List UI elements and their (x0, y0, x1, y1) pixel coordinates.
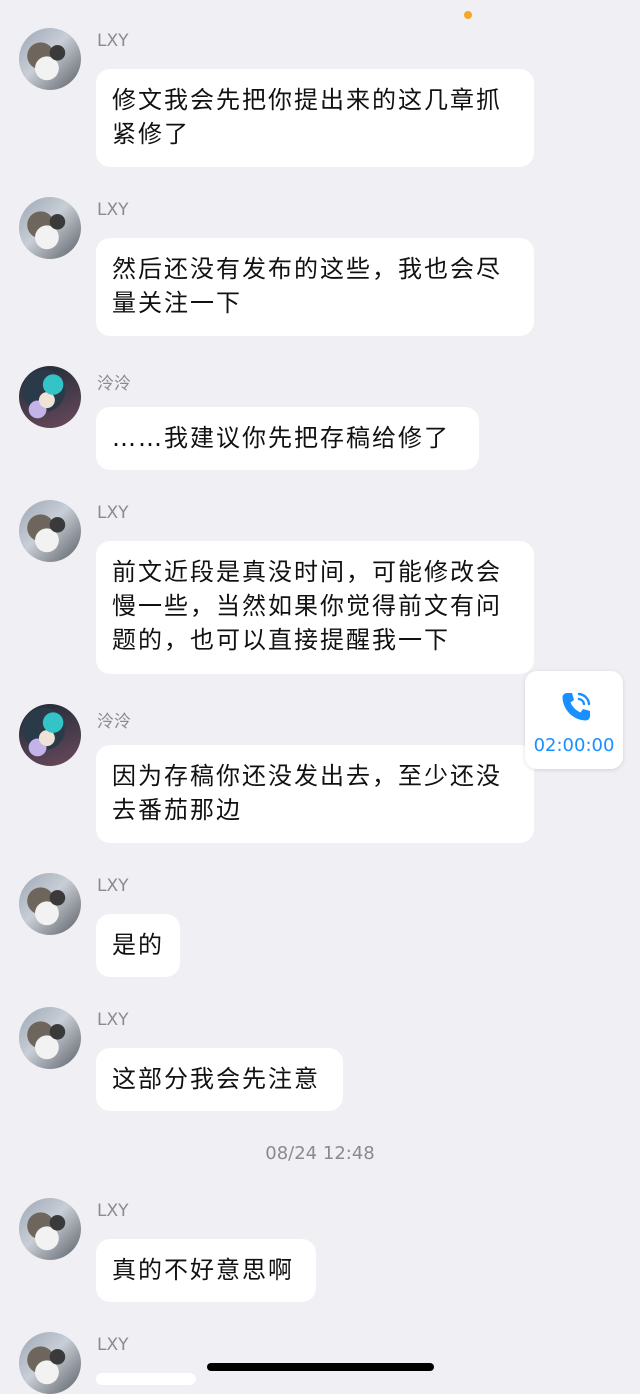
avatar[interactable] (19, 1198, 81, 1260)
sender-name: LXY (97, 1201, 129, 1221)
sender-name: LXY (97, 503, 129, 523)
message-bubble[interactable]: 前文近段是真没时间，可能修改会 慢一些，当然如果你觉得前文有问 题的，也可以直接… (96, 541, 534, 674)
avatar[interactable] (19, 500, 81, 562)
sender-name: LXY (97, 1335, 129, 1355)
message-bubble[interactable]: 真的不好意思啊 (96, 1239, 316, 1302)
status-indicator-dot (464, 11, 472, 19)
avatar[interactable] (19, 1007, 81, 1069)
sender-name: LXY (97, 31, 129, 51)
message-bubble[interactable]: 修文我会先把你提出来的这几章抓 紧修了 (96, 69, 534, 167)
message-bubble[interactable]: 然后还没有发布的这些，我也会尽 量关注一下 (96, 238, 534, 336)
message-bubble[interactable] (96, 1373, 196, 1385)
ongoing-call-widget[interactable]: 02:00:00 (525, 671, 623, 769)
call-duration: 02:00:00 (533, 735, 615, 756)
sender-name: LXY (97, 200, 129, 220)
message-bubble[interactable]: 因为存稿你还没发出去，至少还没 去番茄那边 (96, 745, 534, 843)
phone-icon (562, 692, 591, 721)
sender-name: LXY (97, 876, 129, 896)
avatar[interactable] (19, 197, 81, 259)
message-timestamp: 08/24 12:48 (265, 1143, 375, 1164)
avatar[interactable] (19, 366, 81, 428)
message-bubble[interactable]: ……我建议你先把存稿给修了 (96, 407, 479, 470)
avatar[interactable] (19, 28, 81, 90)
message-bubble[interactable]: 这部分我会先注意 (96, 1048, 343, 1111)
avatar[interactable] (19, 873, 81, 935)
home-indicator[interactable] (207, 1363, 434, 1371)
sender-name: 泠泠 (97, 712, 131, 732)
sender-name: 泠泠 (97, 374, 131, 394)
message-bubble[interactable]: 是的 (96, 914, 180, 977)
sender-name: LXY (97, 1010, 129, 1030)
avatar[interactable] (19, 704, 81, 766)
